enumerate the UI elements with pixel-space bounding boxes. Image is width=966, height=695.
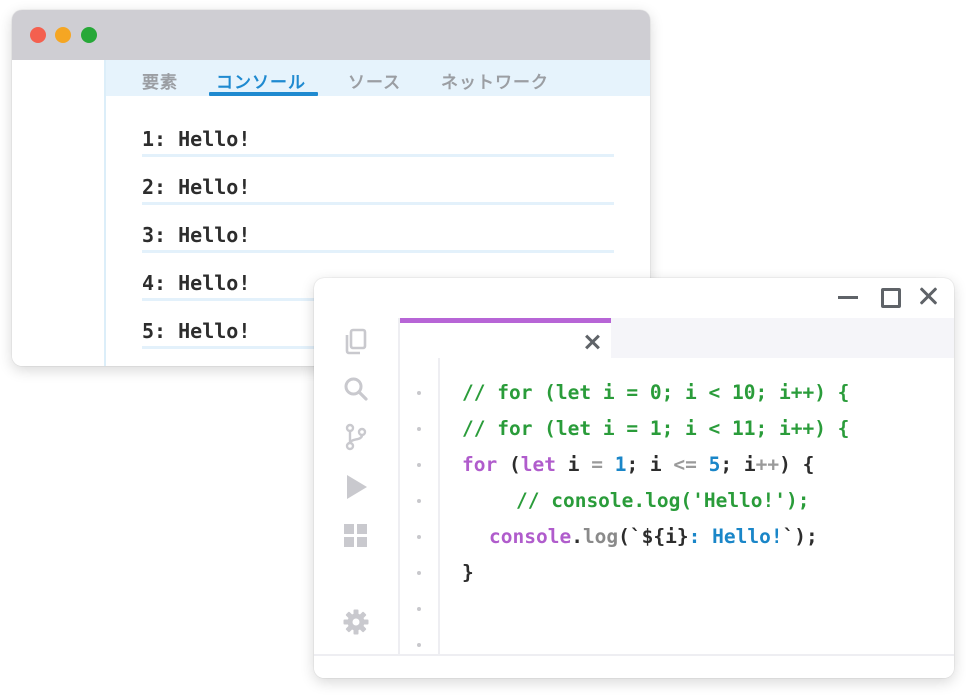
- gutter-marker: [417, 463, 421, 467]
- activity-bar: [314, 318, 400, 656]
- editor-window: // for (let i = 0; i < 10; i++) { // for…: [314, 278, 954, 678]
- close-tab-icon[interactable]: [584, 334, 600, 350]
- console-line: 1: Hello!: [142, 124, 614, 157]
- status-bar: [314, 654, 954, 678]
- code-token: : Hello!: [688, 525, 783, 548]
- extensions-icon[interactable]: [342, 521, 370, 549]
- zoom-window-button[interactable]: [81, 27, 97, 43]
- console-line: 3: Hello!: [142, 220, 614, 253]
- tab-sources[interactable]: ソース: [348, 68, 401, 93]
- gutter-marker: [417, 643, 421, 647]
- active-tab-indicator: [209, 92, 318, 96]
- code-token: i: [555, 453, 592, 476]
- gutter-marker: [417, 535, 421, 539]
- devtools-tabbar: 要素 コンソール ソース ネットワーク: [106, 60, 650, 96]
- run-icon[interactable]: [342, 473, 370, 501]
- code-token: ${: [641, 525, 666, 548]
- code-line: console.log(`${i}: Hello!`);: [489, 522, 818, 552]
- code-token: ; i: [720, 453, 756, 476]
- code-line: }: [462, 561, 474, 584]
- source-control-icon[interactable]: [342, 423, 370, 451]
- gutter-marker: [417, 391, 421, 395]
- code-token: for: [462, 453, 498, 476]
- line-gutter: [400, 358, 440, 656]
- files-icon[interactable]: [342, 327, 370, 355]
- code-token: (: [497, 453, 521, 476]
- code-token: ) {: [779, 453, 815, 476]
- code-token: =: [591, 453, 603, 476]
- close-icon[interactable]: [918, 285, 940, 307]
- minimize-icon[interactable]: [838, 296, 858, 299]
- browser-titlebar: [12, 10, 650, 60]
- gutter-marker: [417, 607, 421, 611]
- editor-tabstrip: [400, 318, 954, 358]
- code-token: ; i: [626, 453, 674, 476]
- code-line: // for (let i = 0; i < 10; i++) {: [462, 381, 850, 404]
- page-area: [12, 60, 106, 366]
- code-token: <=: [673, 453, 697, 476]
- code-token: 5: [708, 453, 721, 476]
- code-line: // console.log('Hello!');: [516, 489, 810, 512]
- code-token: .: [571, 525, 583, 548]
- gutter-marker: [417, 427, 421, 431]
- code-token: log: [582, 525, 619, 548]
- gutter-marker: [417, 499, 421, 503]
- code-token: let: [520, 453, 556, 476]
- code-line: for (let i = 1; i <= 5; i++) {: [462, 450, 814, 480]
- editor-tab[interactable]: [400, 318, 611, 358]
- gutter-marker: [417, 571, 421, 575]
- tab-console[interactable]: コンソール: [216, 68, 306, 93]
- maximize-icon[interactable]: [881, 288, 901, 308]
- gear-icon[interactable]: [342, 608, 370, 636]
- tab-elements[interactable]: 要素: [142, 68, 178, 93]
- code-token: i: [665, 525, 677, 548]
- code-token: `);: [782, 525, 818, 548]
- search-icon[interactable]: [342, 375, 370, 403]
- code-token: 1: [614, 453, 627, 476]
- console-line: 2: Hello!: [142, 172, 614, 205]
- minimize-window-button[interactable]: [55, 27, 71, 43]
- code-token: (`: [618, 525, 642, 548]
- code-line: // for (let i = 1; i < 11; i++) {: [462, 417, 850, 440]
- code-token: }: [676, 525, 689, 548]
- code-area[interactable]: // for (let i = 0; i < 10; i++) { // for…: [440, 358, 954, 656]
- tab-network[interactable]: ネットワーク: [441, 68, 549, 93]
- close-window-button[interactable]: [30, 27, 46, 43]
- code-token: ++: [755, 453, 780, 476]
- code-token: console: [489, 525, 572, 548]
